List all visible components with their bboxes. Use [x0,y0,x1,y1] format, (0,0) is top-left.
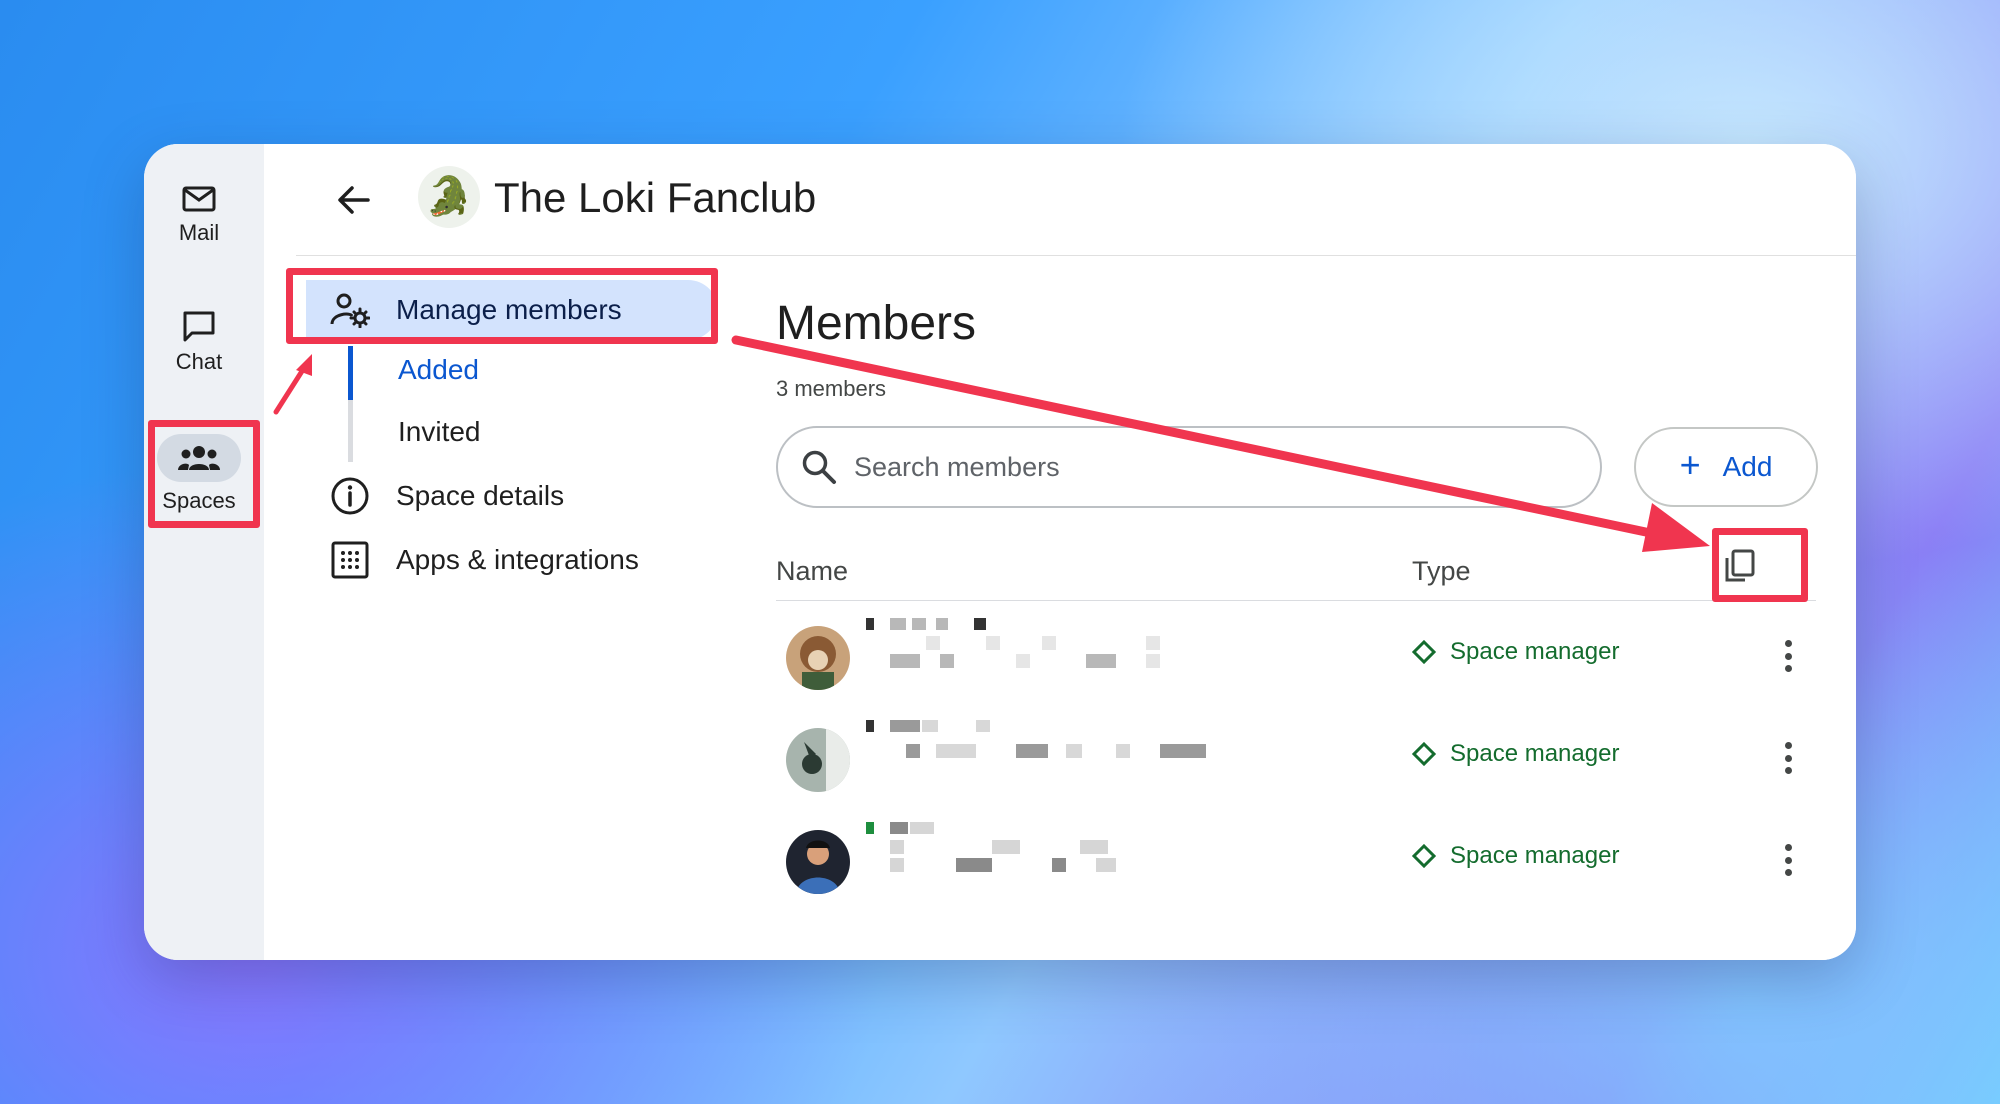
table-row[interactable]: Space manager [776,612,1816,712]
redacted-member-info [866,720,1206,758]
rail-spaces-label: Spaces [162,488,236,513]
chat-icon [144,309,254,343]
table-row[interactable]: Space manager [776,714,1816,814]
members-count: 3 members [776,376,887,401]
invited-indicator [348,400,353,462]
apps-grid-icon [330,540,370,580]
member-type-label: Space manager [1450,842,1620,869]
arrow-left-icon [338,186,370,214]
members-panel: Members 3 members Search members + Add N… [764,144,1856,960]
info-icon [330,476,370,516]
nav-item-invited[interactable]: Invited [398,416,481,448]
add-members-button[interactable]: + Add [1634,427,1818,507]
search-icon [802,450,836,484]
nav-item-space-details[interactable]: Space details [330,476,564,516]
app-rail: Mail Chat Spaces [144,144,264,960]
column-header-name: Name [776,556,849,586]
search-placeholder: Search members [854,451,1060,482]
nav-item-added[interactable]: Added [398,354,479,386]
mail-icon [144,184,254,214]
avatar [786,728,850,792]
rail-item-spaces[interactable]: Spaces [144,434,254,514]
member-type-label: Space manager [1450,638,1620,665]
added-indicator [348,346,353,400]
rail-chat-label: Chat [175,349,223,374]
rail-item-chat[interactable]: Chat [144,309,254,375]
nav-item-apps-integrations[interactable]: Apps & integrations [330,540,639,580]
manage-accounts-icon [330,290,370,330]
member-type: Space manager [1412,638,1619,666]
more-options-icon[interactable] [1776,840,1800,880]
table-divider [776,600,1816,601]
redacted-member-info [866,822,1116,872]
member-type: Space manager [1412,842,1619,870]
table-row[interactable]: Space manager [776,816,1816,916]
diamond-icon [1412,742,1436,766]
copy-members-button[interactable] [1714,540,1766,592]
rail-mail-label: Mail [178,220,220,245]
members-title: Members [776,297,977,350]
space-pane: 🐊 The Loki Fanclub Manage members Added … [296,144,1856,960]
space-avatar: 🐊 [418,166,480,228]
avatar [786,830,850,894]
rail-item-mail[interactable]: Mail [144,184,254,246]
chat-window: Mail Chat Spaces 🐊 The Loki Fanclub Mana… [144,144,1856,960]
crocodile-icon: 🐊 [425,176,473,218]
avatar [786,626,850,690]
plus-icon: + [1679,444,1701,485]
back-button[interactable] [332,178,376,222]
more-options-icon[interactable] [1776,636,1800,676]
add-label: Add [1722,451,1773,482]
apps-integrations-label: Apps & integrations [396,544,639,575]
space-details-label: Space details [396,480,565,511]
diamond-icon [1412,844,1436,868]
member-type-label: Space manager [1450,740,1620,767]
diamond-icon [1412,640,1436,664]
member-type: Space manager [1412,740,1619,768]
manage-members-label: Manage members [396,294,622,325]
spaces-icon [157,434,241,482]
search-members-input[interactable]: Search members [776,426,1602,508]
more-options-icon[interactable] [1776,738,1800,778]
column-header-type: Type [1412,556,1471,586]
nav-item-manage-members[interactable]: Manage members [330,290,622,330]
copy-icon [1725,549,1755,582]
redacted-member-info [866,618,1160,668]
